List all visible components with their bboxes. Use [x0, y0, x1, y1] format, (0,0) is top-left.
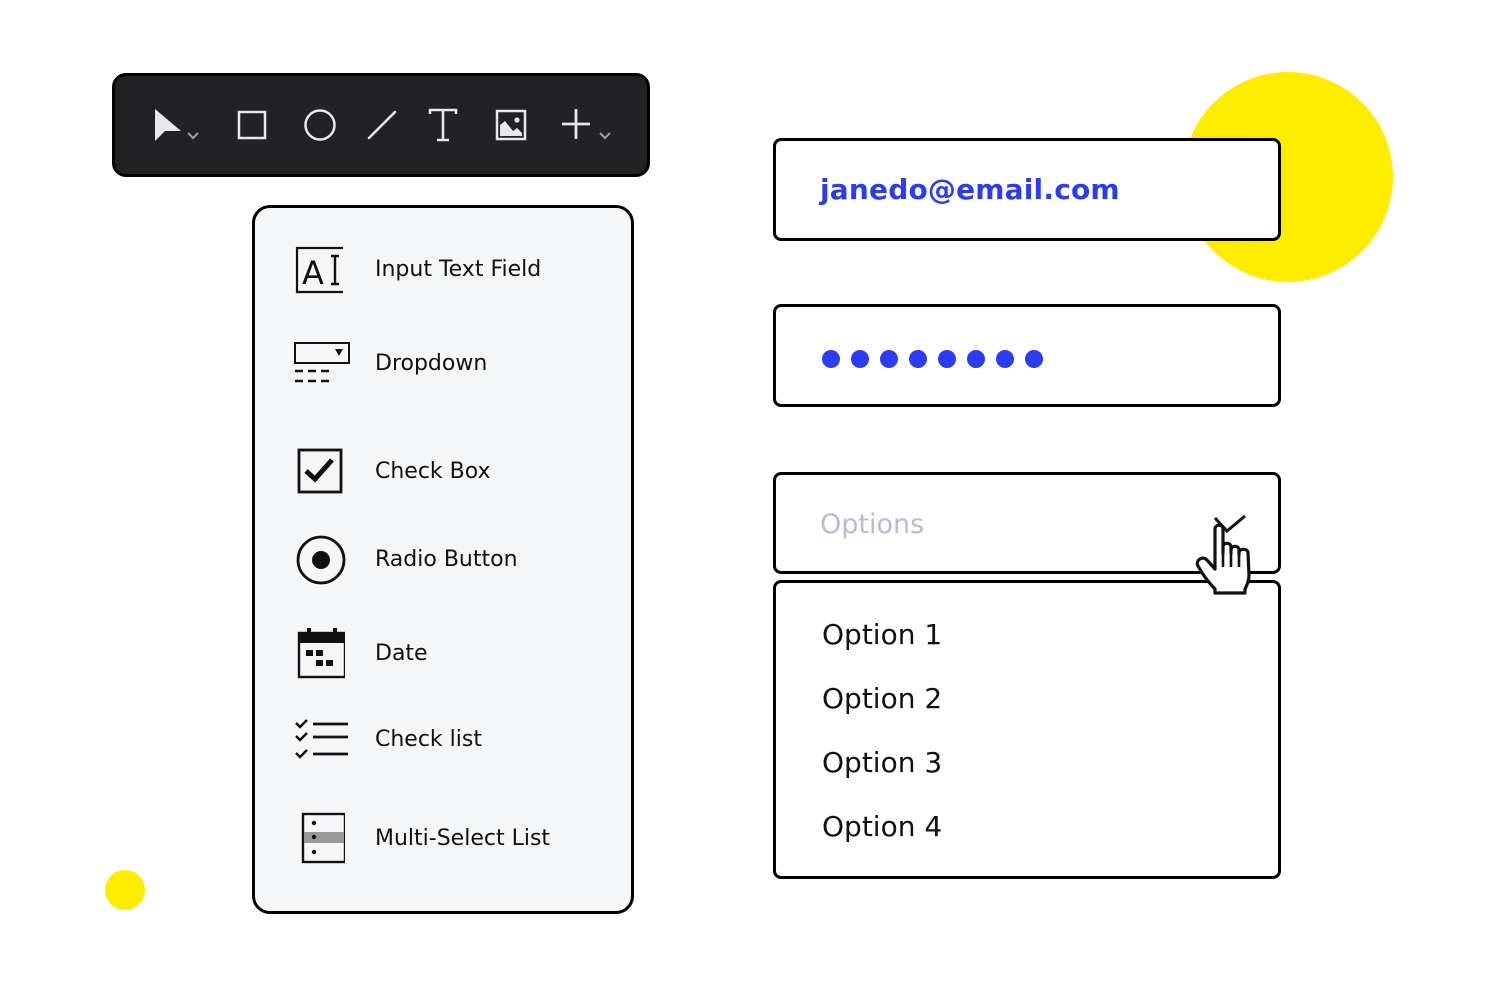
line-icon — [367, 110, 397, 140]
ellipse-icon — [304, 109, 336, 141]
password-mask-dot — [909, 350, 927, 368]
password-mask-dot — [938, 350, 956, 368]
image-tool-button[interactable] — [491, 76, 531, 174]
component-dropdown[interactable]: Dropdown — [255, 334, 631, 394]
password-mask-dot — [1025, 350, 1043, 368]
email-field[interactable]: janedo@email.com — [773, 138, 1281, 241]
password-field[interactable] — [773, 304, 1281, 407]
dropdown-icon — [294, 342, 350, 383]
component-label: Dropdown — [375, 351, 488, 376]
checkbox-icon — [297, 448, 343, 494]
password-mask-dot — [996, 350, 1014, 368]
dropdown-option[interactable]: Option 3 — [822, 743, 942, 783]
plus-icon — [562, 109, 611, 140]
password-mask-dot — [880, 350, 898, 368]
password-mask-dot — [822, 350, 840, 368]
form-components-panel: A Input Text Field Dropdown Check Box Ra… — [252, 205, 634, 914]
select-tool-button[interactable] — [151, 76, 211, 174]
checklist-icon — [295, 719, 348, 759]
component-multi-select-list[interactable]: Multi-Select List — [255, 809, 631, 869]
input-text-field-icon: A — [295, 246, 343, 294]
component-input-text-field[interactable]: A Input Text Field — [255, 240, 631, 300]
dropdown-option[interactable]: Option 1 — [822, 615, 942, 655]
component-date[interactable]: Date — [255, 624, 631, 684]
dropdown-option[interactable]: Option 4 — [822, 807, 942, 847]
component-label: Check list — [375, 727, 482, 752]
rectangle-tool-button[interactable] — [232, 76, 272, 174]
component-label: Date — [375, 641, 428, 666]
password-mask-dot — [967, 350, 985, 368]
text-tool-button[interactable] — [423, 76, 463, 174]
decorative-yellow-dot — [105, 870, 145, 910]
password-mask — [822, 350, 1043, 368]
multi-select-list-icon — [301, 812, 345, 864]
rectangle-icon — [237, 110, 267, 140]
svg-text:A: A — [302, 254, 324, 292]
hand-pointer-cursor-icon — [1195, 523, 1251, 595]
drawing-toolbar — [112, 73, 650, 177]
select-placeholder: Options — [820, 509, 925, 540]
dropdown-option[interactable]: Option 2 — [822, 679, 942, 719]
component-checklist[interactable]: Check list — [255, 710, 631, 770]
component-label: Radio Button — [375, 547, 518, 572]
text-icon — [428, 108, 458, 142]
radio-button-icon — [296, 535, 346, 585]
component-checkbox[interactable]: Check Box — [255, 442, 631, 502]
options-dropdown-list: Option 1 Option 2 Option 3 Option 4 — [773, 580, 1281, 879]
calendar-icon — [297, 628, 345, 679]
email-value: janedo@email.com — [820, 173, 1120, 206]
component-label: Multi-Select List — [375, 826, 551, 851]
add-tool-button[interactable] — [555, 76, 625, 174]
component-radio-button[interactable]: Radio Button — [255, 530, 631, 590]
component-label: Check Box — [375, 459, 491, 484]
ellipse-tool-button[interactable] — [298, 76, 342, 174]
password-mask-dot — [851, 350, 869, 368]
component-label: Input Text Field — [375, 257, 542, 282]
pointer-arrow-icon — [155, 109, 199, 141]
line-tool-button[interactable] — [362, 76, 402, 174]
image-icon — [495, 109, 527, 141]
